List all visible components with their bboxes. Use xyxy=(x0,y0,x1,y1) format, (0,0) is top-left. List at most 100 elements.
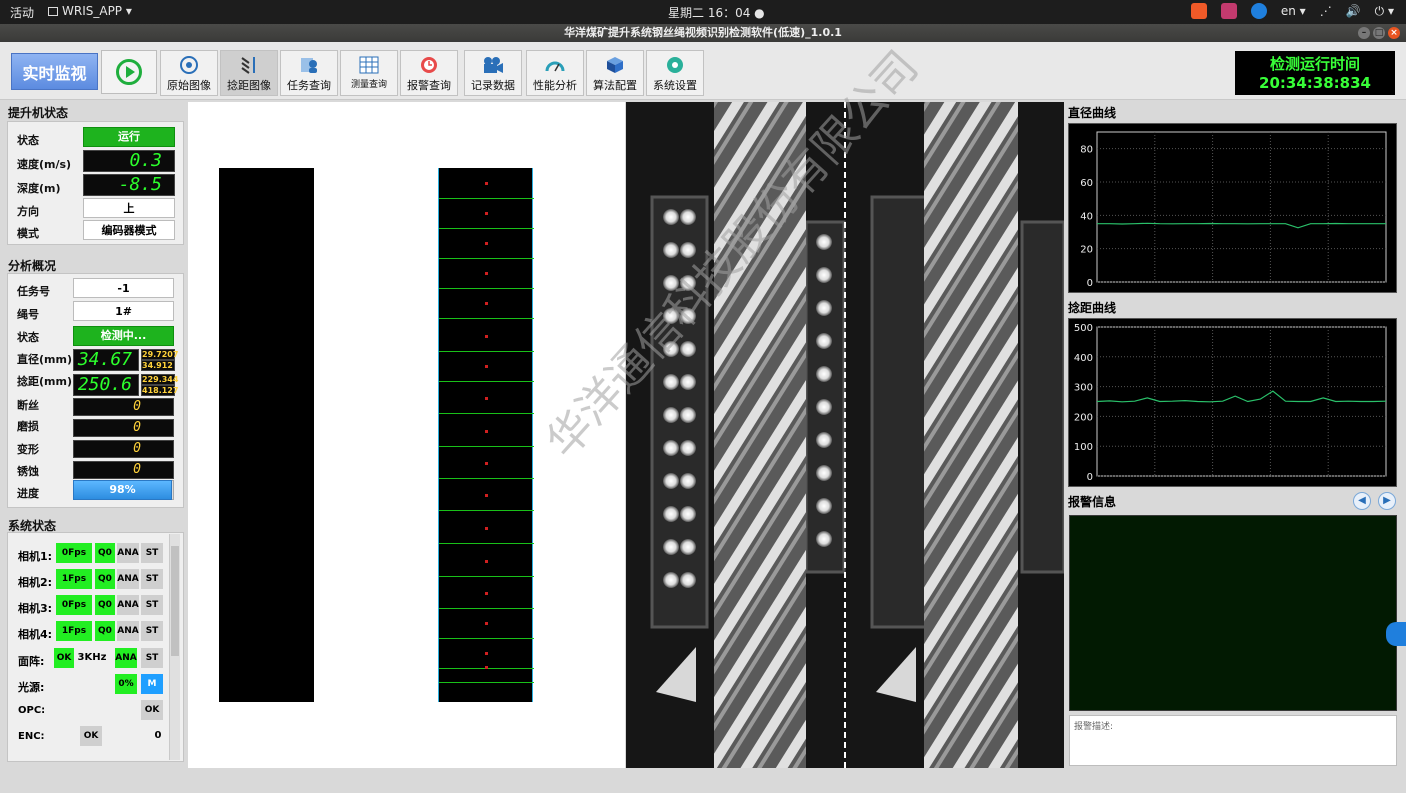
alarm-next-button[interactable]: ▶ xyxy=(1378,492,1396,510)
task-query-button[interactable]: 任务查询 xyxy=(280,50,338,96)
language-selector[interactable]: en ▾ xyxy=(1281,4,1306,18)
pitch-marker-dot xyxy=(485,592,488,595)
performance-analysis-button[interactable]: 性能分析 xyxy=(526,50,584,96)
progress-label: 进度 xyxy=(17,487,39,500)
alarm-title: 报警信息 xyxy=(1068,495,1117,509)
algorithm-config-button[interactable]: 算法配置 xyxy=(586,50,644,96)
led-light xyxy=(663,242,679,258)
minimize-icon[interactable]: – xyxy=(1358,27,1370,39)
camera-3-st: ST xyxy=(141,595,163,615)
app-menu-label: WRIS_APP ▾ xyxy=(62,4,132,18)
rope-number-value: 1# xyxy=(73,301,174,321)
camera-4-st: ST xyxy=(141,621,163,641)
pitch-image-label: 捻距图像 xyxy=(227,79,271,92)
system-settings-button[interactable]: 系统设置 xyxy=(646,50,704,96)
record-data-label: 记录数据 xyxy=(471,79,515,92)
alarm-description-field[interactable]: 报警描述: xyxy=(1069,715,1397,766)
camera-1-ana: ANA xyxy=(117,543,139,563)
system-settings-label: 系统设置 xyxy=(653,79,697,92)
led-light xyxy=(680,473,696,489)
tray-cube-icon[interactable] xyxy=(1220,3,1237,19)
y-tick-label: 300 xyxy=(1074,383,1093,394)
led-light xyxy=(816,333,832,349)
camera-4-fps: 1Fps xyxy=(56,621,92,641)
camera-1-fps: 0Fps xyxy=(56,543,92,563)
maximize-icon[interactable]: □ xyxy=(1373,27,1385,39)
hoist-status-value: 运行 xyxy=(83,127,175,147)
pitch-marker-dot xyxy=(485,430,488,433)
volume-icon[interactable]: 🔊 xyxy=(1346,4,1361,18)
y-tick-label: 20 xyxy=(1080,245,1093,256)
led-light xyxy=(663,473,679,489)
clock[interactable]: 星期二 16：04 ● xyxy=(668,4,765,21)
alarm-query-button[interactable]: 报警查询 xyxy=(400,50,458,96)
start-button[interactable] xyxy=(101,50,157,94)
tray-app-icon[interactable] xyxy=(1190,3,1207,19)
window-title: 华洋煤矿提升系统钢丝绳视频识别检测软件(低速)_1.0.1 xyxy=(564,26,842,39)
rust-label: 锈蚀 xyxy=(17,465,39,478)
diameter-chart-title: 直径曲线 xyxy=(1068,106,1117,120)
main-toolbar: 实时监视 原始图像 捻距图像 任务查询 测量查询 报警查询 记录数据 性能分析 … xyxy=(0,42,1406,100)
camera-3-label: 相机3: xyxy=(18,602,53,615)
close-icon[interactable]: × xyxy=(1388,27,1400,39)
camera-3-fps: 0Fps xyxy=(56,595,92,615)
led-light xyxy=(816,498,832,514)
pitch-marker-line xyxy=(439,258,534,259)
power-icon[interactable]: ⏻ ▾ xyxy=(1375,4,1394,19)
pitch-marker-line xyxy=(439,446,534,447)
pitch-marker-dot xyxy=(485,462,488,465)
led-light xyxy=(663,209,679,225)
teamviewer-icon[interactable] xyxy=(1250,3,1267,19)
pitch-marker-dot xyxy=(485,527,488,530)
system-status-scrollbar[interactable] xyxy=(169,534,180,760)
led-light xyxy=(663,374,679,390)
teamviewer-side-icon[interactable] xyxy=(1386,622,1406,646)
led-light xyxy=(663,539,679,555)
rust-value: 0 xyxy=(73,461,174,479)
led-light xyxy=(680,407,696,423)
opc-label: OPC: xyxy=(18,705,46,716)
led-light xyxy=(663,506,679,522)
window-controls: – □ × xyxy=(1358,27,1400,39)
measure-query-label: 测量查询 xyxy=(350,80,387,90)
pitch-label: 捻距(mm) xyxy=(17,375,72,388)
alarm-prev-button[interactable]: ◀ xyxy=(1353,492,1371,510)
record-data-button[interactable]: 记录数据 xyxy=(464,50,522,96)
pitch-marker-dot xyxy=(485,397,488,400)
broken-wire-value: 0 xyxy=(73,398,174,416)
app-menu[interactable]: WRIS_APP ▾ xyxy=(48,4,132,18)
y-tick-label: 500 xyxy=(1074,323,1093,334)
pitch-marker-line xyxy=(439,608,534,609)
live-monitor-button[interactable]: 实时监视 xyxy=(11,53,98,90)
y-tick-label: 0 xyxy=(1087,472,1093,483)
light-percent: 0% xyxy=(115,674,137,694)
window-title-bar: 华洋煤矿提升系统钢丝绳视频识别检测软件(低速)_1.0.1 – □ × xyxy=(0,24,1406,42)
diameter-chart-plot: 0 20 40 60 80 xyxy=(1080,131,1387,289)
enc-value: 0 xyxy=(154,730,162,741)
network-icon[interactable]: ⋰ xyxy=(1320,4,1332,18)
activities-button[interactable]: 活动 xyxy=(10,4,34,21)
task-number-value: -1 xyxy=(73,278,174,298)
led-light xyxy=(663,572,679,588)
pitch-marker-dot xyxy=(485,212,488,215)
hoist-status-title: 提升机状态 xyxy=(8,106,69,120)
led-light xyxy=(680,539,696,555)
task-query-label: 任务查询 xyxy=(287,79,331,92)
pitch-image-button[interactable]: 捻距图像 xyxy=(220,50,278,96)
pitch-marker-dot xyxy=(485,652,488,655)
camera-2-label: 相机2: xyxy=(18,576,53,589)
light-mode-button[interactable]: M xyxy=(141,674,163,694)
series-line xyxy=(1097,222,1386,229)
y-tick-label: 0 xyxy=(1087,278,1093,289)
plot-frame xyxy=(1096,131,1387,283)
rope-pitch-icon xyxy=(238,55,260,75)
pitch-marker-dot xyxy=(485,494,488,497)
area-ok: OK xyxy=(54,648,74,668)
led-light xyxy=(680,341,696,357)
raw-image-button[interactable]: 原始图像 xyxy=(160,50,218,96)
led-light xyxy=(816,399,832,415)
measure-query-button[interactable]: 测量查询 xyxy=(340,50,398,96)
performance-analysis-label: 性能分析 xyxy=(533,79,577,92)
cube-icon xyxy=(604,55,626,75)
area-label: 面阵: xyxy=(18,655,45,668)
